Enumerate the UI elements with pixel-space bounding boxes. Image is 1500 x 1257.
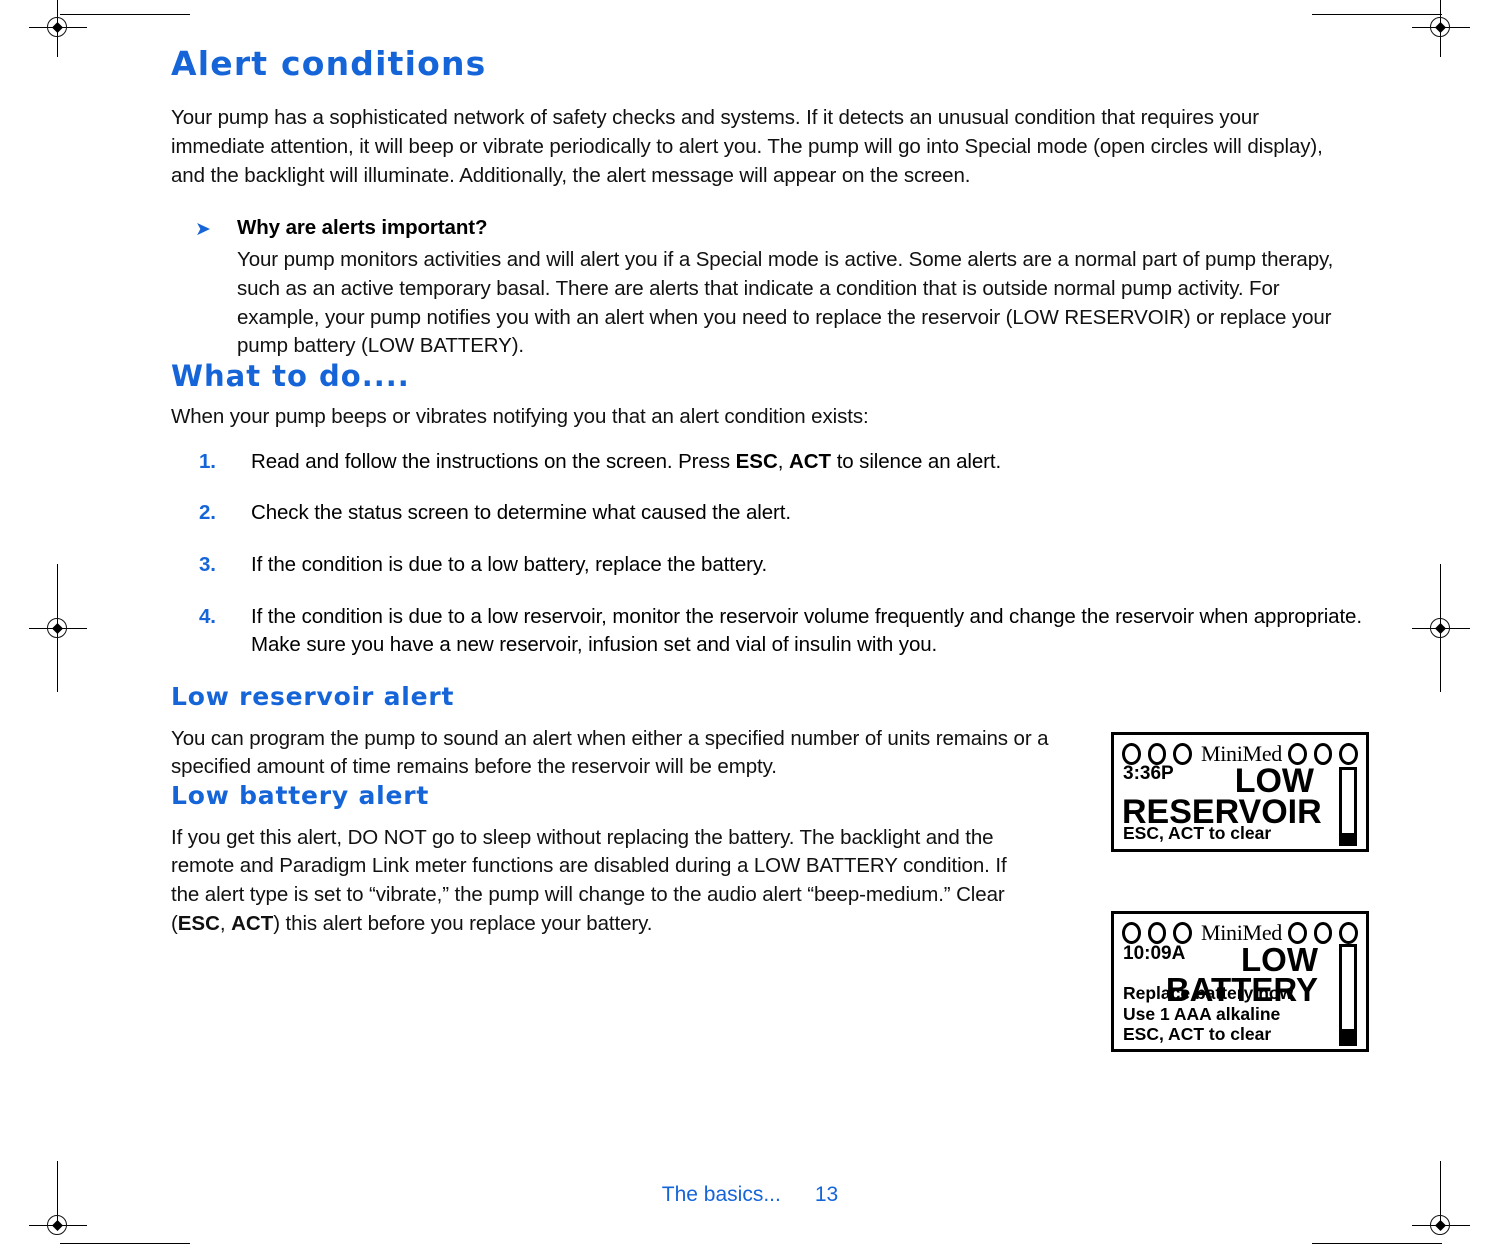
pump-instruction-line: ESC, ACT to clear [1123, 823, 1272, 844]
step-text-before: If the condition is due to a low battery… [251, 553, 768, 577]
key-esc: ESC [177, 911, 220, 935]
pump-led-circle [1122, 743, 1141, 765]
pump-led-circle [1147, 743, 1167, 765]
step-text-before: Read and follow the instructions on the … [251, 449, 736, 473]
footer-section-label: The basics... [661, 1183, 781, 1206]
arrow-right-icon: ➤ [195, 219, 211, 241]
pump-led-circle [1313, 743, 1333, 765]
low-battery-paragraph: If you get this alert, DO NOT go to slee… [171, 824, 1029, 939]
pump-gauge-fill [1342, 832, 1354, 843]
step-text-before: If the condition is due to a low reservo… [251, 604, 1362, 657]
pump-led-circle [1147, 922, 1167, 944]
low-reservoir-screen: MiniMed 3:36P LOW RESERVOIR ESC, ACT to … [1111, 732, 1369, 852]
pump-led-circle [1122, 922, 1141, 944]
pump-led-circle [1339, 922, 1358, 944]
key-act: ACT [231, 911, 274, 935]
step-text-before: Check the status screen to determine wha… [251, 501, 791, 525]
step-separator: , [777, 449, 789, 473]
pump-instruction-line: ESC, ACT to clear [1123, 1024, 1272, 1045]
low-battery-screen: MiniMed 10:09A LOW BATTERY Replace batte… [1111, 911, 1369, 1052]
bullet-title: Why are alerts important? [237, 216, 488, 240]
step-number: 1. [199, 449, 216, 473]
what-to-do-intro: When your pump beeps or vibrates notifyi… [171, 405, 869, 428]
pump-instruction-lines: ESC, ACT to clear [1123, 823, 1271, 844]
pump-reservoir-gauge [1339, 767, 1357, 846]
step-number: 3. [199, 553, 216, 577]
intro-paragraph: Your pump has a sophisticated network of… [171, 106, 1323, 187]
step-number: 4. [199, 604, 216, 628]
step-number: 2. [199, 501, 216, 525]
step-text-after: to silence an alert. [831, 449, 1002, 473]
bullet-why-alerts-important: ➤ Why are alerts important? Your pump mo… [195, 216, 1371, 361]
low-reservoir-paragraph: You can program the pump to sound an ale… [171, 726, 1049, 779]
footer-page-number: 13 [814, 1183, 839, 1206]
low-battery-text-part2: ) this alert before you replace your bat… [273, 911, 653, 935]
pump-instruction-line: Use 1 AAA alkaline [1123, 1003, 1281, 1024]
key-act: ACT [788, 449, 832, 473]
document-page: Alert conditions Your pump has a sophist… [0, 0, 1500, 1257]
pump-led-circle [1173, 743, 1192, 765]
list-item: 3. If the condition is due to a low batte… [199, 551, 1371, 580]
pump-battery-gauge [1339, 944, 1357, 1046]
list-item: 4. If the condition is due to a low reser… [199, 603, 1401, 660]
section-heading-what-to-do: What to do.... [171, 359, 410, 394]
list-item: 2. Check the status screen to determine w… [199, 499, 1371, 528]
key-esc: ESC [735, 449, 778, 473]
low-battery-separator: , [219, 911, 232, 935]
pump-led-circle [1339, 743, 1358, 765]
pump-instruction-line: Replace battery now [1123, 983, 1294, 1004]
bullet-paragraph: Your pump monitors activities and will a… [237, 248, 1334, 358]
page-title: Alert conditions [171, 44, 487, 83]
section-heading-low-reservoir-alert: Low reservoir alert [171, 682, 455, 712]
steps-list: 1. Read and follow the instructions on th… [171, 448, 1371, 660]
page-footer: The basics... 13 [0, 1183, 1500, 1207]
pump-instruction-lines: Replace battery now Use 1 AAA alkaline E… [1123, 983, 1293, 1045]
list-item: 1. Read and follow the instructions on th… [199, 448, 1371, 477]
pump-gauge-fill [1342, 1028, 1354, 1043]
pump-led-circle [1173, 922, 1192, 944]
